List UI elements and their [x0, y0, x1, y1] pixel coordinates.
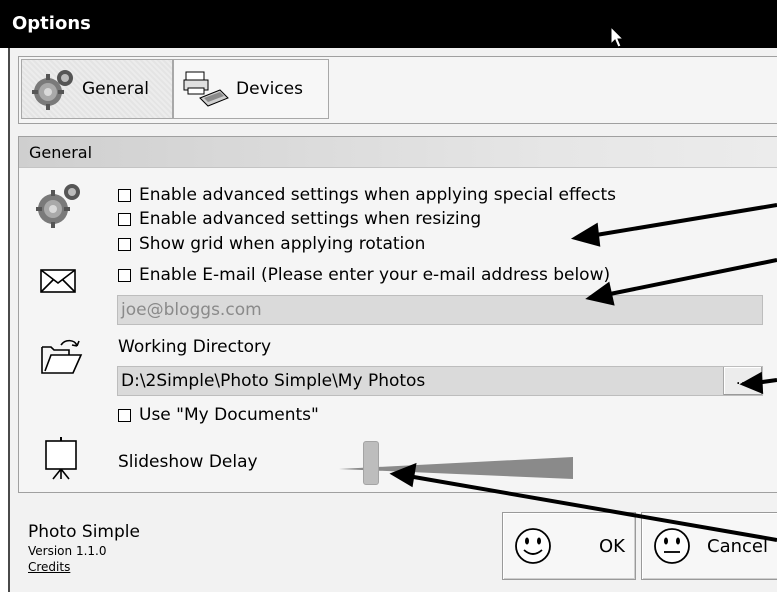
app-info: Photo Simple Version 1.1.0 Credits [28, 522, 140, 574]
mouse-cursor-icon [610, 26, 625, 48]
slider-thumb[interactable] [363, 441, 379, 485]
slideshow-easel-icon [43, 437, 83, 485]
smiley-icon [513, 526, 553, 566]
app-name: Photo Simple [28, 522, 140, 542]
checkbox-grid-rotation[interactable]: Show grid when applying rotation [118, 234, 425, 254]
working-directory-label: Working Directory [118, 337, 272, 357]
cancel-button[interactable]: Cancel [641, 512, 777, 580]
email-field[interactable]: joe@bloggs.com [117, 295, 763, 325]
tab-devices-label: Devices [236, 79, 303, 99]
tab-general-label: General [82, 79, 149, 99]
checkbox-box[interactable] [118, 268, 131, 282]
browse-button[interactable]: ... [723, 367, 762, 395]
window-title: Options [12, 13, 91, 34]
tab-devices[interactable]: Devices [173, 59, 329, 119]
checkbox-box[interactable] [118, 212, 131, 226]
ok-button[interactable]: OK [502, 512, 636, 580]
app-version: Version 1.1.0 [28, 544, 107, 558]
printer-scanner-icon [182, 68, 230, 110]
checkbox-box[interactable] [118, 237, 131, 251]
credits-link[interactable]: Credits [28, 560, 140, 574]
cancel-button-label: Cancel [707, 535, 768, 557]
gears-icon [30, 68, 76, 110]
general-panel: General Enable advanced settings when ap… [18, 136, 777, 493]
checkbox-label: Use "My Documents" [139, 405, 319, 425]
working-directory-field[interactable]: D:\2Simple\Photo Simple\My Photos ... [117, 366, 763, 396]
ok-button-label: OK [599, 535, 625, 557]
folder-open-icon [39, 337, 85, 381]
checkbox-label: Show grid when applying rotation [139, 234, 426, 254]
email-field-value: joe@bloggs.com [121, 300, 262, 320]
checkbox-label: Enable advanced settings when applying s… [139, 185, 616, 205]
checkbox-advanced-effects[interactable]: Enable advanced settings when applying s… [118, 185, 616, 205]
panel-header-title: General [29, 143, 93, 162]
tab-strip: General Devices [18, 56, 777, 124]
title-bar: Options [0, 0, 777, 48]
checkbox-box[interactable] [118, 408, 131, 422]
checkbox-box[interactable] [118, 188, 131, 202]
gears-icon [33, 181, 83, 233]
checkbox-use-my-documents[interactable]: Use "My Documents" [118, 405, 319, 425]
working-directory-value: D:\2Simple\Photo Simple\My Photos [121, 371, 426, 391]
neutral-face-icon [652, 526, 692, 566]
options-window: General Devices General Enable advanced … [8, 48, 777, 592]
slideshow-delay-label: Slideshow Delay [118, 452, 258, 472]
tab-general[interactable]: General [21, 59, 173, 119]
envelope-icon [39, 267, 79, 301]
checkbox-label: Enable advanced settings when resizing [139, 209, 482, 229]
panel-header: General [19, 137, 777, 168]
checkbox-enable-email[interactable]: Enable E-mail (Please enter your e-mail … [118, 265, 610, 285]
checkbox-advanced-resizing[interactable]: Enable advanced settings when resizing [118, 209, 481, 229]
checkbox-label: Enable E-mail (Please enter your e-mail … [139, 265, 611, 285]
